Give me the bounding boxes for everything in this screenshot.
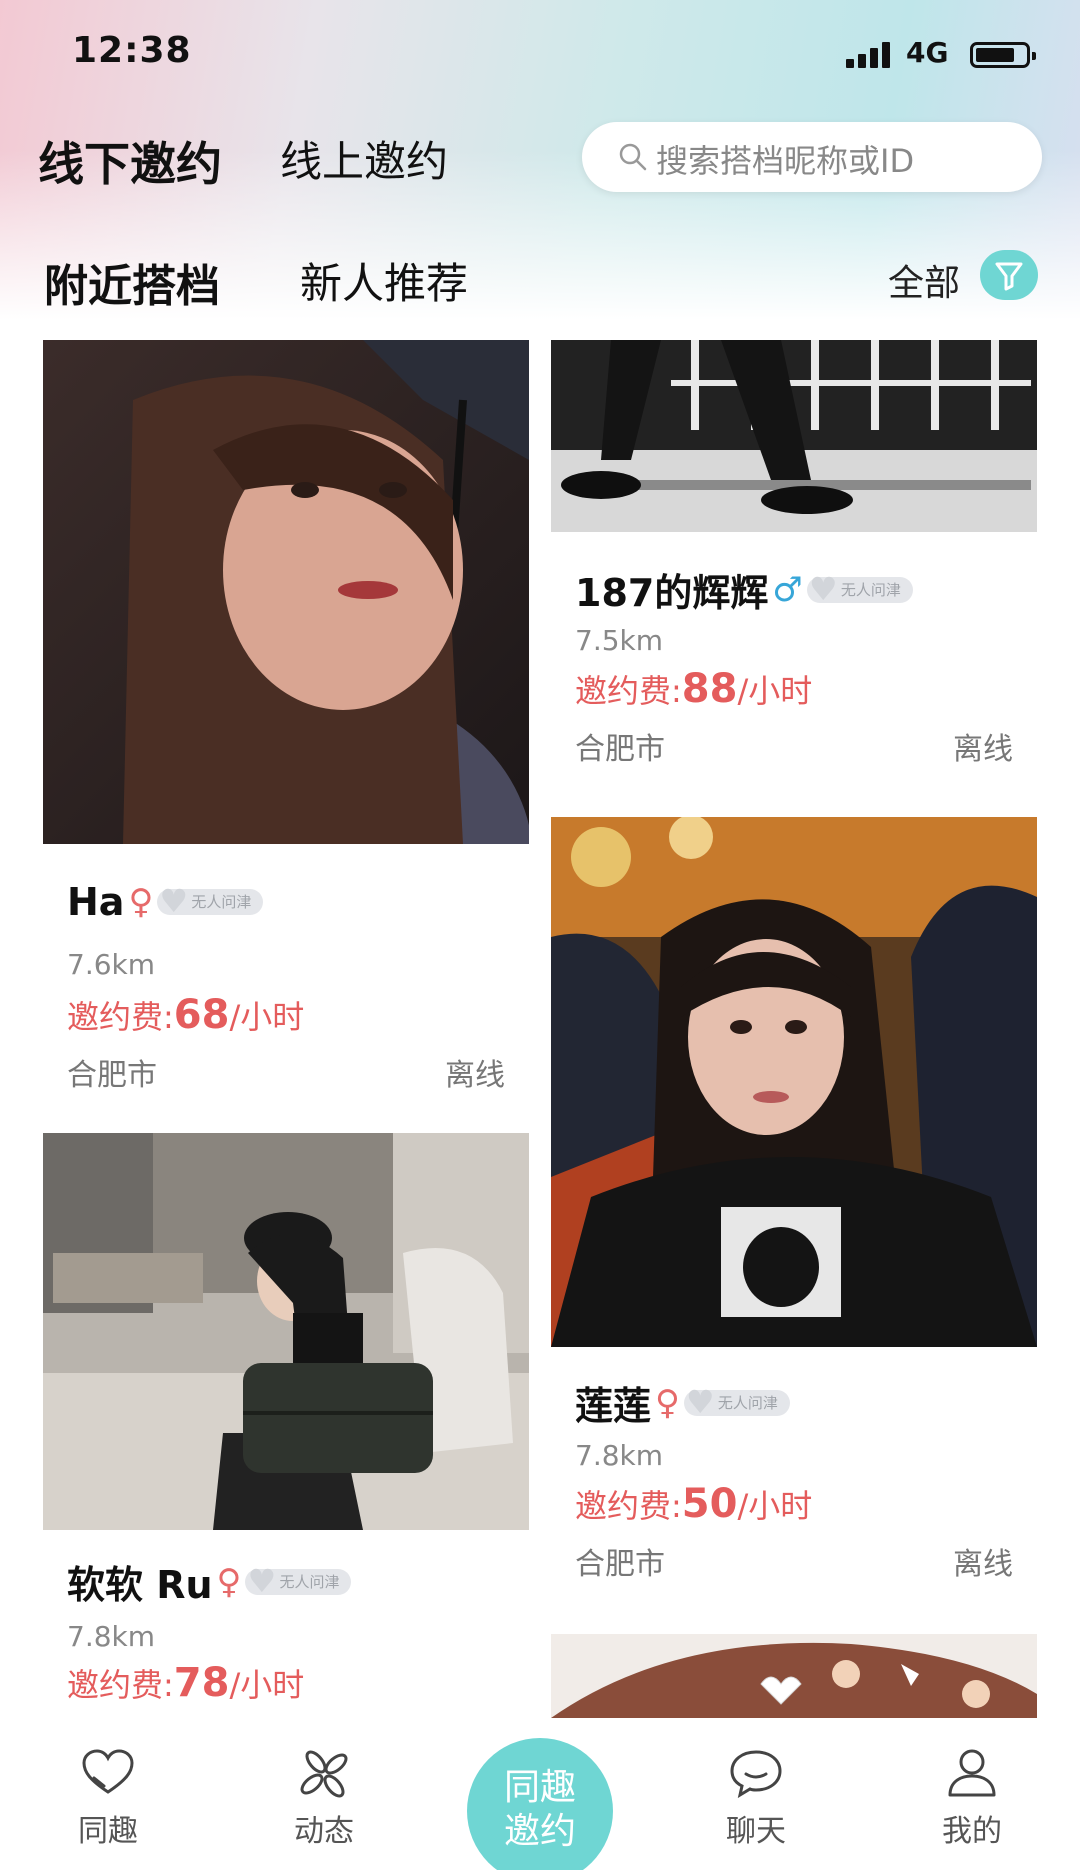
status-time: 12:38 — [72, 30, 192, 71]
tab-nearby-partners[interactable]: 附近搭档 — [44, 250, 220, 314]
tab-nearby-label: 附近搭档 — [44, 261, 220, 312]
nav-item-me[interactable]: 我的 — [912, 1748, 1032, 1850]
battery-icon — [970, 42, 1036, 68]
nav-label: 动态 — [294, 1814, 354, 1849]
partner-photo[interactable] — [551, 817, 1037, 1347]
status-bar: 12:38 4G — [0, 0, 1080, 100]
center-invite-line1: 同趣 — [503, 1767, 576, 1808]
fee-label: 邀约费: — [67, 998, 174, 1036]
status-badge: ♥ 无人问津 — [157, 885, 264, 917]
partner-fee: 邀约费:78/小时 — [67, 1660, 304, 1706]
heart-badge-icon: ♥ — [159, 882, 189, 920]
partner-nickname: Ha — [67, 880, 125, 924]
partner-name-row: 187的辉辉 ♂ ♥ 无人问津 — [575, 562, 913, 617]
partner-photo[interactable] — [551, 340, 1037, 532]
filter-all-label[interactable]: 全部 — [888, 254, 960, 306]
center-invite-line2: 邀约 — [503, 1811, 576, 1852]
male-icon: ♂ — [772, 569, 803, 610]
heart-badge-icon: ♥ — [685, 1382, 715, 1421]
partner-photo[interactable] — [551, 1634, 1037, 1718]
partner-distance: 7.5km — [575, 624, 664, 657]
tab-online-invite[interactable]: 线上邀约 — [280, 128, 448, 189]
partner-name-row: Ha ♀ ♥ 无人问津 — [67, 880, 264, 924]
status-badge: ♥ 无人问津 — [806, 573, 913, 605]
signal-icon — [846, 42, 896, 68]
partner-city: 合肥市 — [575, 732, 665, 767]
partner-name-row: 莲莲 ♀ ♥ 无人问津 — [575, 1375, 790, 1430]
chat-bubble-icon — [730, 1750, 782, 1798]
fee-value: 78 — [173, 1660, 230, 1706]
partner-city: 合肥市 — [67, 1058, 157, 1093]
tab-online-invite-label: 线上邀约 — [280, 137, 449, 186]
partner-card[interactable] — [551, 1634, 1037, 1718]
tab-new-recommend[interactable]: 新人推荐 — [300, 250, 468, 311]
heart-badge-icon: ♥ — [808, 569, 838, 608]
heart-badge-icon: ♥ — [247, 1561, 277, 1600]
badge-text: 无人问津 — [840, 580, 901, 599]
pinwheel-icon — [300, 1750, 348, 1798]
tab-new-label: 新人推荐 — [300, 259, 469, 308]
nav-label: 我的 — [942, 1814, 1002, 1849]
person-icon — [948, 1749, 996, 1797]
search-input[interactable]: 搜索搭档昵称或ID — [582, 122, 1042, 192]
partner-distance: 7.8km — [575, 1439, 664, 1472]
fee-label: 邀约费: — [575, 672, 682, 710]
status-badge: ♥ 无人问津 — [245, 1565, 352, 1597]
female-icon: ♀ — [216, 1561, 242, 1602]
partner-card[interactable]: Ha ♀ ♥ 无人问津 7.6km 邀约费:68/小时 合肥市 离线 — [43, 340, 529, 1120]
nav-item-chat[interactable]: 聊天 — [696, 1748, 816, 1850]
badge-text: 无人问津 — [191, 893, 252, 911]
tab-offline-invite[interactable]: 线下邀约 — [38, 128, 222, 194]
partner-distance: 7.8km — [67, 1620, 156, 1653]
fee-unit: /小时 — [229, 998, 305, 1036]
network-label: 4G — [906, 36, 949, 69]
partner-nickname: 莲莲 — [575, 1384, 652, 1428]
nav-item-tongqu[interactable]: 同趣 — [48, 1748, 168, 1850]
partner-nickname: 软软 Ru — [67, 1563, 213, 1607]
partner-card[interactable]: 莲莲 ♀ ♥ 无人问津 7.8km 邀约费:50/小时 合肥市 离线 — [551, 817, 1037, 1597]
partner-photo[interactable] — [43, 340, 529, 844]
fee-value: 68 — [173, 992, 230, 1038]
tab-offline-invite-label: 线下邀约 — [38, 137, 222, 191]
fee-unit: /小时 — [737, 1487, 813, 1525]
partner-city: 合肥市 — [575, 1547, 665, 1582]
fee-value: 50 — [681, 1481, 738, 1527]
partner-online-status: 离线 — [445, 1058, 505, 1093]
partner-name-row: 软软 Ru ♀ ♥ 无人问津 — [67, 1554, 352, 1609]
heart-icon — [82, 1749, 134, 1794]
partner-photo[interactable] — [43, 1133, 529, 1530]
fee-label: 邀约费: — [67, 1666, 174, 1704]
fee-label: 邀约费: — [575, 1487, 682, 1525]
partner-card[interactable]: 软软 Ru ♀ ♥ 无人问津 7.8km 邀约费:78/小时 — [43, 1133, 529, 1718]
filter-button[interactable] — [980, 250, 1038, 300]
search-placeholder: 搜索搭档昵称或ID — [656, 142, 915, 180]
filter-icon — [995, 262, 1023, 291]
partner-distance: 7.6km — [67, 948, 156, 981]
female-icon: ♀ — [655, 1382, 680, 1423]
fee-value: 88 — [681, 666, 738, 712]
partner-fee: 邀约费:68/小时 — [67, 992, 304, 1038]
fee-unit: /小时 — [737, 672, 813, 710]
female-icon: ♀ — [128, 882, 154, 922]
badge-text: 无人问津 — [717, 1393, 778, 1412]
partner-online-status: 离线 — [953, 1547, 1013, 1582]
nav-label: 同趣 — [78, 1814, 138, 1849]
nav-label: 聊天 — [726, 1814, 786, 1849]
partner-fee: 邀约费:88/小时 — [575, 666, 812, 712]
status-badge: ♥ 无人问津 — [683, 1386, 790, 1418]
search-icon — [619, 143, 647, 171]
badge-text: 无人问津 — [279, 1572, 340, 1591]
partner-online-status: 离线 — [953, 732, 1013, 767]
fee-unit: /小时 — [229, 1666, 305, 1704]
nav-item-dongtai[interactable]: 动态 — [264, 1748, 384, 1850]
partner-fee: 邀约费:50/小时 — [575, 1481, 812, 1527]
partner-card[interactable]: 187的辉辉 ♂ ♥ 无人问津 7.5km 邀约费:88/小时 合肥市 离线 — [551, 340, 1037, 780]
partner-nickname: 187的辉辉 — [575, 571, 769, 615]
